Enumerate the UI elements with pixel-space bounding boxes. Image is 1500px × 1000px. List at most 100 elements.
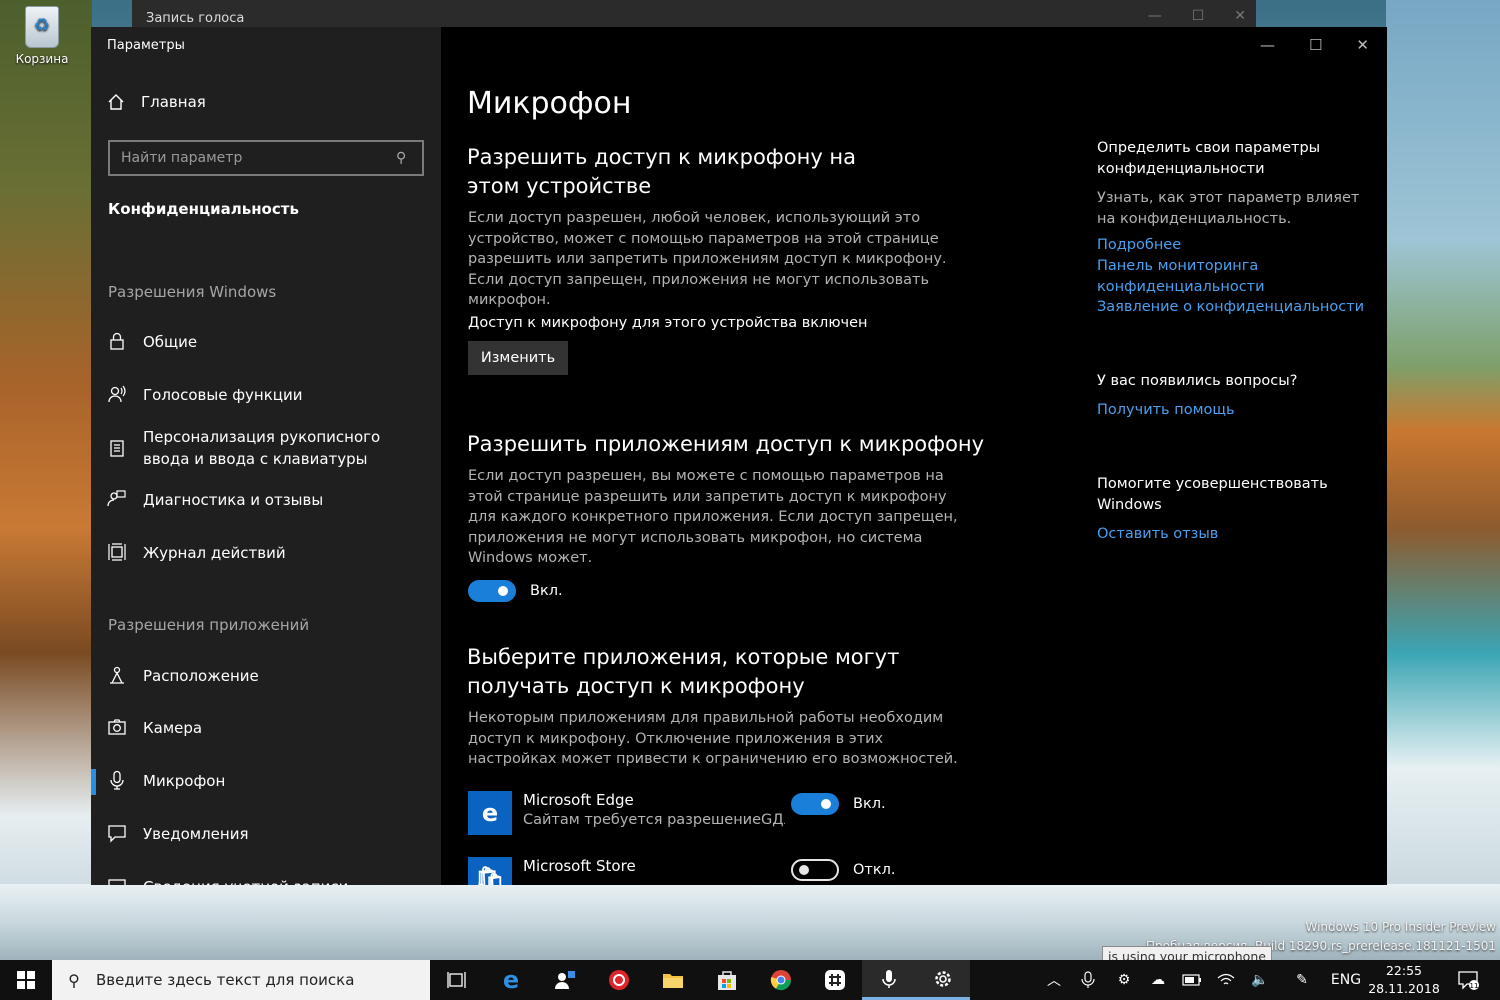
notification-icon xyxy=(108,825,126,843)
sidebar-item-label: Камера xyxy=(143,719,203,737)
pen-icon[interactable]: ✎ xyxy=(1288,960,1316,1000)
settings-gear-icon[interactable] xyxy=(916,960,970,1000)
app-name: Microsoft Store xyxy=(523,857,636,875)
sidebar-item-label: Персонализация рукописного ввода и ввода… xyxy=(143,428,381,468)
page-title: Микрофон xyxy=(467,86,632,121)
timeline-icon xyxy=(108,543,126,561)
chrome-icon[interactable] xyxy=(754,960,808,1000)
taskbar-clock[interactable]: 22:55 28.11.2018 xyxy=(1366,962,1442,998)
home-icon xyxy=(108,94,124,110)
slack-icon[interactable] xyxy=(808,960,862,1000)
device-access-description: Если доступ разрешен, любой человек, исп… xyxy=(468,210,947,308)
edge-toggle[interactable] xyxy=(791,793,839,815)
app-access-toggle[interactable] xyxy=(468,580,516,602)
search-input[interactable] xyxy=(110,150,396,166)
volume-icon[interactable]: 🔈 xyxy=(1246,960,1274,1000)
sidebar-item-label: Уведомления xyxy=(143,825,249,843)
app-access-description: Если доступ разрешен, вы можете с помощь… xyxy=(468,468,958,566)
gear-icon[interactable]: ⚙ xyxy=(1110,960,1138,1000)
section-title: Конфиденциальность xyxy=(108,200,299,218)
recycle-bin-icon xyxy=(25,6,59,48)
voice-recorder-window[interactable]: Запись голоса — ☐ ✕ xyxy=(132,0,1256,30)
sidebar-item-activity[interactable]: Журнал действий xyxy=(107,542,427,564)
change-button[interactable]: Изменить xyxy=(468,341,568,375)
watermark-line: Windows 10 Pro Insider Preview xyxy=(1305,920,1496,934)
close-icon[interactable]: ✕ xyxy=(1234,8,1246,24)
sidebar-home-label: Главная xyxy=(141,93,206,111)
chevron-up-icon[interactable]: ︿ xyxy=(1040,960,1068,1000)
edge-icon[interactable]: e xyxy=(484,960,538,1000)
app-row-store: 🛍 Microsoft Store Откл. xyxy=(468,857,1028,885)
privacy-options-heading: Определить свои параметры конфиденциальн… xyxy=(1097,140,1321,177)
device-access-status: Доступ к микрофону для этого устройства … xyxy=(468,315,868,331)
search-icon[interactable]: ⚲ xyxy=(396,150,422,166)
minimize-icon[interactable]: — xyxy=(1148,8,1162,24)
edge-toggle-label: Вкл. xyxy=(853,796,886,812)
store-icon[interactable] xyxy=(700,960,754,1000)
improve-windows-heading: Помогите усовершенствовать Windows xyxy=(1097,476,1328,513)
sidebar-item-notifications[interactable]: Уведомления xyxy=(107,823,427,845)
language-indicator[interactable]: ENG xyxy=(1326,960,1366,1000)
people-icon[interactable] xyxy=(538,960,592,1000)
sidebar-item-inking[interactable]: Персонализация рукописного ввода и ввода… xyxy=(107,426,427,470)
store-toggle[interactable] xyxy=(791,859,839,881)
sidebar-item-label: Журнал действий xyxy=(143,544,286,562)
taskbar-search[interactable]: ⚲ Введите здесь текст для поиска xyxy=(52,960,430,1000)
store-toggle-row: Откл. xyxy=(791,859,896,881)
link-give-feedback[interactable]: Оставить отзыв xyxy=(1097,524,1367,545)
device-access-heading: Разрешить доступ к микрофону на этом уст… xyxy=(467,145,857,198)
app-access-toggle-row: Вкл. xyxy=(468,580,563,602)
recycle-bin-label: Корзина xyxy=(15,52,69,66)
notification-count: 11 xyxy=(1470,982,1479,990)
taskbar: ⚲ Введите здесь текст для поиска e ︿ ⚙ ☁… xyxy=(0,960,1500,1000)
sidebar-item-location[interactable]: Расположение xyxy=(107,665,427,687)
file-explorer-icon[interactable] xyxy=(646,960,700,1000)
clock-time: 22:55 xyxy=(1385,963,1423,978)
microphone-tray-icon[interactable] xyxy=(1074,960,1102,1000)
sidebar-item-general[interactable]: Общие xyxy=(107,331,427,353)
cloud-icon[interactable]: ☁ xyxy=(1144,960,1172,1000)
window-title: Параметры xyxy=(107,38,185,53)
link-privacy-dashboard[interactable]: Панель мониторинга конфиденциальности xyxy=(1097,256,1297,297)
recycle-bin[interactable]: Корзина xyxy=(12,6,72,66)
sidebar-item-speech[interactable]: Голосовые функции xyxy=(107,384,427,406)
choose-apps-heading: Выберите приложения, которые могут получ… xyxy=(467,645,900,698)
microphone-icon xyxy=(110,770,124,790)
camera-icon xyxy=(108,719,126,735)
voice-recorder-taskbar-icon[interactable] xyxy=(862,960,916,1000)
wifi-icon[interactable] xyxy=(1212,960,1240,1000)
app-access-toggle-label: Вкл. xyxy=(530,583,563,599)
sidebar: Параметры Главная ⚲ Конфиденциальность Р… xyxy=(91,27,441,885)
windows-logo-icon xyxy=(17,971,35,989)
action-center-icon[interactable]: 11 xyxy=(1450,960,1486,1000)
app-subtitle: Сайтам требуется разрешениеGДл... xyxy=(523,812,785,828)
sidebar-item-microphone[interactable]: Микрофон xyxy=(107,770,427,792)
wallpaper-right xyxy=(1386,0,1500,960)
windows-permissions-label: Разрешения Windows xyxy=(108,283,277,301)
app-access-heading: Разрешить приложениям доступ к микрофону xyxy=(467,432,985,456)
lock-icon xyxy=(110,332,124,350)
choose-apps-description: Некоторым приложениям для правильной раб… xyxy=(468,710,958,767)
settings-search[interactable]: ⚲ xyxy=(108,140,424,176)
battery-icon[interactable] xyxy=(1178,960,1206,1000)
link-privacy-statement[interactable]: Заявление о конфиденциальности xyxy=(1097,297,1367,318)
active-indicator xyxy=(91,769,96,795)
creative-cloud-icon[interactable] xyxy=(592,960,646,1000)
link-get-help[interactable]: Получить помощь xyxy=(1097,400,1367,421)
wallpaper-left xyxy=(0,0,92,960)
sidebar-item-camera[interactable]: Камера xyxy=(107,717,427,739)
location-icon xyxy=(110,666,124,684)
store-icon: 🛍 xyxy=(468,857,512,885)
voice-recorder-title: Запись голоса xyxy=(146,11,245,26)
sidebar-home[interactable]: Главная xyxy=(107,93,206,111)
start-button[interactable] xyxy=(0,960,52,1000)
sidebar-item-diagnostics[interactable]: Диагностика и отзывы xyxy=(107,489,427,511)
link-learn-more[interactable]: Подробнее xyxy=(1097,235,1367,256)
store-toggle-label: Откл. xyxy=(853,862,896,878)
feedback-icon xyxy=(107,490,126,507)
sidebar-item-account[interactable]: Сведения учетной записи xyxy=(107,876,427,885)
task-view-icon[interactable] xyxy=(430,960,484,1000)
app-permissions-label: Разрешения приложений xyxy=(108,616,310,634)
maximize-icon[interactable]: ☐ xyxy=(1192,8,1205,24)
edge-toggle-row: Вкл. xyxy=(791,793,886,815)
